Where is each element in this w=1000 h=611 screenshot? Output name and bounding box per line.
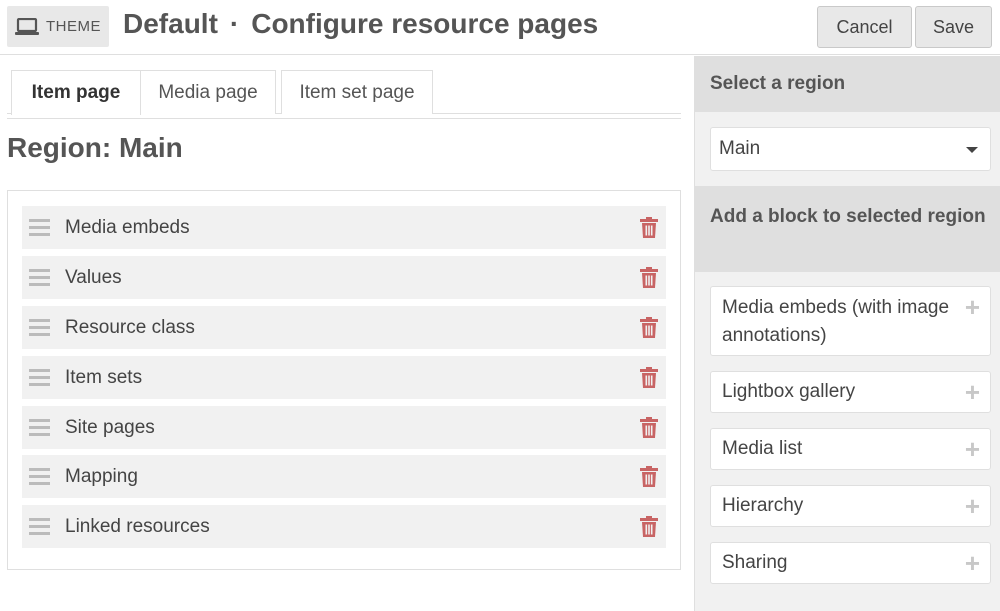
block-row[interactable]: Media embeds: [22, 206, 666, 249]
add-block-option[interactable]: Sharing +: [710, 542, 991, 584]
tab-divider: [7, 118, 681, 119]
theme-badge-label: THEME: [46, 18, 101, 35]
plus-icon: +: [964, 377, 980, 407]
tab-item-page[interactable]: Item page: [11, 70, 141, 115]
title-section: Configure resource pages: [251, 8, 599, 39]
drag-handle-icon[interactable]: [29, 269, 50, 286]
block-row[interactable]: Item sets: [22, 356, 666, 399]
page-title: Default · Configure resource pages: [123, 8, 598, 40]
block-row[interactable]: Resource class: [22, 306, 666, 349]
trash-icon[interactable]: [640, 267, 658, 293]
block-list: Media embeds Values Resource class Item …: [7, 190, 681, 570]
drag-handle-icon[interactable]: [29, 319, 50, 336]
drag-handle-icon[interactable]: [29, 369, 50, 386]
plus-icon: +: [964, 434, 980, 464]
region-title: Region: Main: [7, 132, 183, 163]
tab-item-set-page[interactable]: Item set page: [281, 70, 433, 114]
add-block-option[interactable]: Media embeds (with image annotations) +: [710, 286, 991, 356]
block-row[interactable]: Linked resources: [22, 505, 666, 548]
add-block-option[interactable]: Media list +: [710, 428, 991, 470]
drag-handle-icon[interactable]: [29, 468, 50, 485]
block-row[interactable]: Mapping: [22, 455, 666, 498]
plus-icon: +: [964, 292, 980, 322]
trash-icon[interactable]: [640, 516, 658, 542]
plus-icon: +: [964, 548, 980, 578]
region-select-value: Main: [719, 138, 761, 159]
trash-icon[interactable]: [640, 417, 658, 443]
caret-down-icon: [966, 147, 978, 153]
drag-handle-icon[interactable]: [29, 518, 50, 535]
add-block-label: Hierarchy: [722, 495, 804, 516]
laptop-icon: [15, 17, 39, 36]
cancel-button[interactable]: Cancel: [817, 6, 912, 48]
region-select[interactable]: Main: [710, 127, 991, 171]
plus-icon: +: [964, 491, 980, 521]
theme-badge: THEME: [7, 6, 109, 47]
page-header: THEME Default · Configure resource pages C…: [0, 0, 1000, 55]
drag-handle-icon[interactable]: [29, 219, 50, 236]
add-block-option[interactable]: Lightbox gallery +: [710, 371, 991, 413]
sidebar: Select a region Main Add a block to sele…: [694, 56, 1000, 611]
block-label: Resource class: [65, 316, 195, 338]
resource-page-tabs: Item page Media page Item set page: [7, 70, 681, 115]
block-label: Values: [65, 266, 122, 288]
block-row[interactable]: Site pages: [22, 406, 666, 449]
trash-icon[interactable]: [640, 217, 658, 243]
tab-media-page[interactable]: Media page: [140, 70, 276, 114]
select-region-heading: Select a region: [695, 56, 1000, 112]
drag-handle-icon[interactable]: [29, 419, 50, 436]
add-block-label: Lightbox gallery: [722, 381, 856, 402]
trash-icon[interactable]: [640, 367, 658, 393]
block-label: Linked resources: [65, 515, 210, 537]
add-block-label: Media embeds (with image annotations): [722, 297, 950, 346]
title-theme-name: Default: [123, 8, 218, 39]
block-row[interactable]: Values: [22, 256, 666, 299]
add-block-label: Media list: [722, 438, 803, 459]
trash-icon[interactable]: [640, 317, 658, 343]
title-separator: ·: [229, 8, 240, 39]
block-label: Media embeds: [65, 216, 190, 238]
add-block-label: Sharing: [722, 552, 788, 573]
trash-icon[interactable]: [640, 466, 658, 492]
add-block-option[interactable]: Hierarchy +: [710, 485, 991, 527]
block-label: Site pages: [65, 416, 155, 438]
add-block-heading: Add a block to selected region: [695, 186, 1000, 272]
block-label: Item sets: [65, 366, 143, 388]
block-label: Mapping: [65, 465, 138, 487]
save-button[interactable]: Save: [915, 6, 992, 48]
